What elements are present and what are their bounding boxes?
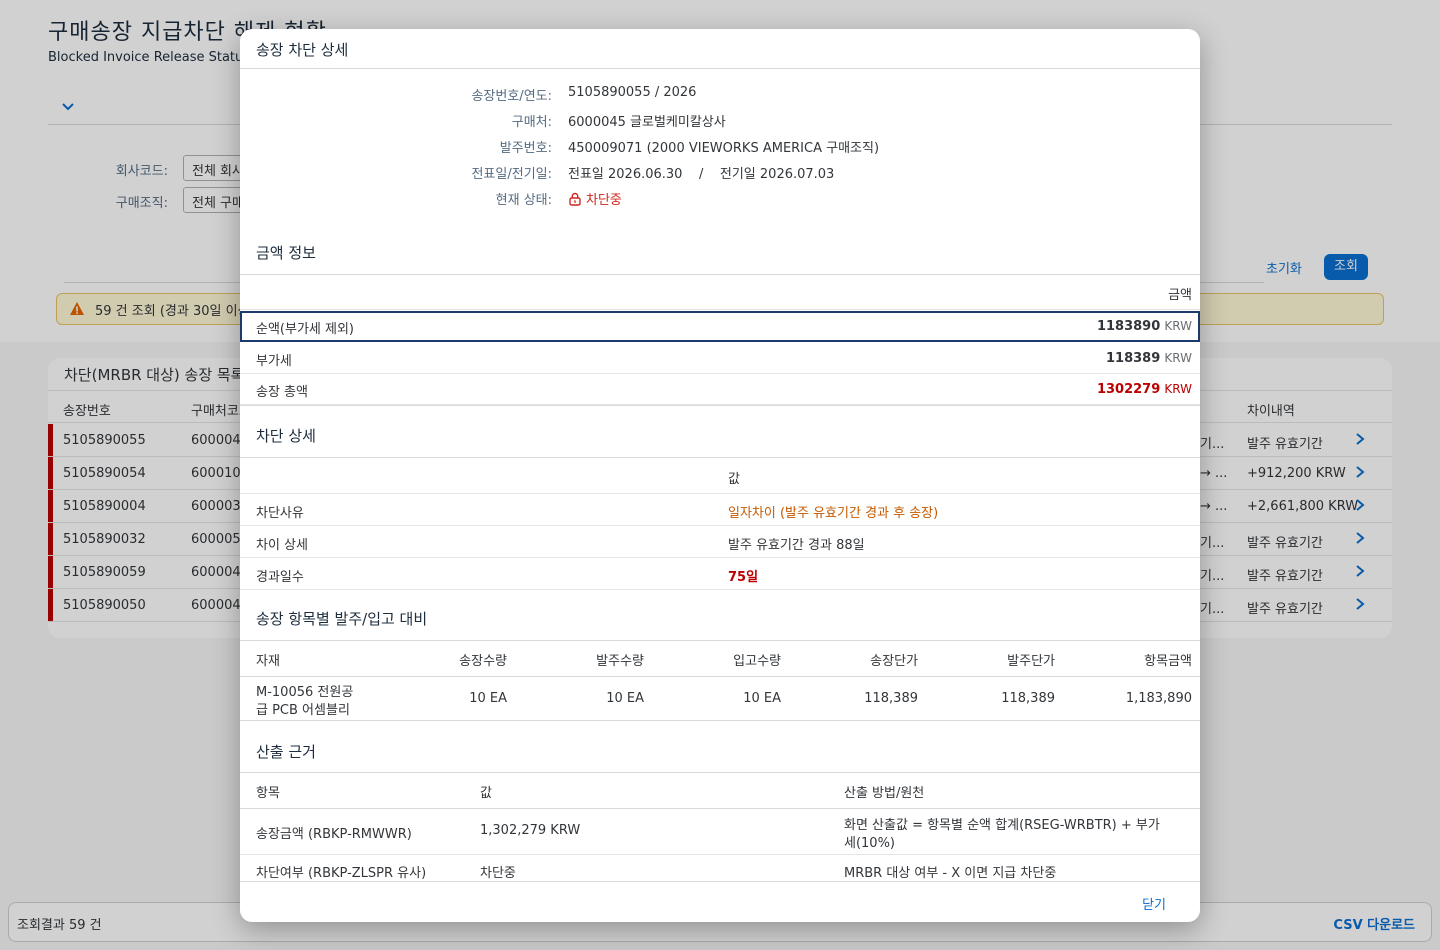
info-row-status: 현재 상태: 차단중	[240, 187, 1200, 208]
block-section-title: 차단 상세	[256, 427, 316, 445]
amount-header-row: 금액	[240, 275, 1200, 310]
info-row-vendor: 구매처: 6000045 글로벌케미칼상사	[240, 109, 1200, 130]
basis-col-item: 항목	[256, 786, 280, 801]
dialog-title-divider	[240, 68, 1200, 69]
basis-col-method: 산출 방법/원천	[844, 786, 925, 801]
block-value: 75일	[728, 570, 759, 585]
basis-method-line1: MRBR 대상 여부 - X 이면 지급 차단중	[844, 866, 1057, 881]
info-label: 구매처:	[511, 115, 552, 130]
basis-header-row: 항목 값 산출 방법/원천	[240, 773, 1200, 809]
block-value: 발주 유효기간 경과 88일	[728, 538, 865, 553]
info-label: 전표일/전기일:	[471, 167, 552, 182]
amount-section-title: 금액 정보	[256, 244, 316, 262]
info-value: 전표일 2026.06.30 / 전기일 2026.07.03	[568, 167, 835, 182]
amount-label: 부가세	[256, 354, 292, 369]
info-row-invoice: 송장번호/연도: 5105890055 / 2026	[240, 83, 1200, 104]
amount-value: 118389 KRW	[1105, 351, 1192, 366]
basis-section-title: 산출 근거	[256, 743, 316, 761]
item-material-line2: 급 PCB 어셈블리	[256, 703, 350, 718]
item-col-gr-qty: 입고수량	[733, 654, 781, 669]
info-label: 현재 상태:	[495, 193, 552, 208]
block-value: 일자차이 (발주 유효기간 경과 후 송장)	[728, 506, 939, 521]
amount-col-header: 금액	[1168, 288, 1192, 303]
lock-icon	[569, 192, 581, 206]
dialog-title: 송장 차단 상세	[256, 41, 349, 59]
block-row-elapsed-days: 경과일수 75일	[240, 558, 1200, 590]
block-label: 경과일수	[256, 570, 304, 585]
block-label: 차이 상세	[256, 538, 308, 553]
block-header-row: 값	[240, 458, 1200, 494]
item-po-qty: 10 EA	[606, 691, 644, 706]
info-row-po: 발주번호: 450009071 (2000 VIEWORKS AMERICA 구…	[240, 135, 1200, 156]
amount-row-vat[interactable]: 부가세 118389 KRW	[240, 343, 1200, 374]
block-row-diff-detail: 차이 상세 발주 유효기간 경과 88일	[240, 526, 1200, 558]
section-divider	[240, 405, 1200, 406]
invoice-block-detail-dialog: 송장 차단 상세 송장번호/연도: 5105890055 / 2026 구매처:…	[240, 29, 1200, 922]
item-header-row: 자재 송장수량 발주수량 입고수량 송장단가 발주단가 항목금액	[240, 641, 1200, 677]
basis-value: 차단중	[480, 866, 516, 881]
basis-item: 송장금액 (RBKP-RMWWR)	[256, 827, 412, 842]
item-inv-qty: 10 EA	[469, 691, 507, 706]
item-col-amount: 항목금액	[1144, 654, 1192, 669]
close-button[interactable]: 닫기	[1142, 894, 1166, 913]
item-col-po-price: 발주단가	[1007, 654, 1055, 669]
amount-row-net[interactable]: 순액(부가세 제외) 1183890 KRW	[240, 311, 1200, 342]
info-value: 5105890055 / 2026	[568, 85, 697, 100]
basis-method-line2: 세(10%)	[844, 836, 895, 851]
item-col-material: 자재	[256, 654, 280, 669]
info-label: 발주번호:	[499, 141, 552, 156]
amount-row-total[interactable]: 송장 총액 1302279 KRW	[240, 374, 1200, 405]
item-po-price: 118,389	[1001, 691, 1055, 706]
info-value: 6000045 글로벌케미칼상사	[568, 115, 726, 130]
item-amount: 1,183,890	[1125, 691, 1192, 706]
amount-value: 1183890 KRW	[1096, 319, 1192, 334]
amount-label: 송장 총액	[256, 385, 308, 400]
status-text: 차단중	[586, 193, 622, 208]
basis-col-value: 값	[480, 786, 492, 801]
item-col-inv-price: 송장단가	[870, 654, 918, 669]
section-divider	[240, 720, 1200, 721]
info-row-dates: 전표일/전기일: 전표일 2026.06.30 / 전기일 2026.07.03	[240, 161, 1200, 182]
item-col-po-qty: 발주수량	[596, 654, 644, 669]
item-inv-price: 118,389	[864, 691, 918, 706]
info-value: 450009071 (2000 VIEWORKS AMERICA 구매조직)	[568, 141, 880, 156]
basis-row: 송장금액 (RBKP-RMWWR) 1,302,279 KRW 화면 산출값 =…	[240, 809, 1200, 855]
amount-value: 1302279 KRW	[1096, 382, 1192, 397]
block-col-header: 값	[728, 472, 740, 487]
basis-value: 1,302,279 KRW	[480, 823, 581, 838]
block-label: 차단사유	[256, 506, 304, 521]
info-label: 송장번호/연도:	[471, 89, 552, 104]
item-col-inv-qty: 송장수량	[459, 654, 507, 669]
item-section-title: 송장 항목별 발주/입고 대비	[256, 610, 428, 628]
item-material-line1: M-10056 전원공	[256, 685, 354, 700]
amount-label: 순액(부가세 제외)	[256, 322, 354, 337]
item-gr-qty: 10 EA	[743, 691, 781, 706]
basis-method-line1: 화면 산출값 = 항목별 순액 합계(RSEG-WRBTR) + 부가	[844, 818, 1160, 833]
basis-item: 차단여부 (RBKP-ZLSPR 유사)	[256, 866, 427, 881]
item-row: M-10056 전원공 급 PCB 어셈블리 10 EA 10 EA 10 EA…	[240, 677, 1200, 719]
status-value: 차단중	[568, 189, 622, 208]
dialog-footer-divider	[240, 881, 1200, 882]
block-row-reason: 차단사유 일자차이 (발주 유효기간 경과 후 송장)	[240, 494, 1200, 526]
